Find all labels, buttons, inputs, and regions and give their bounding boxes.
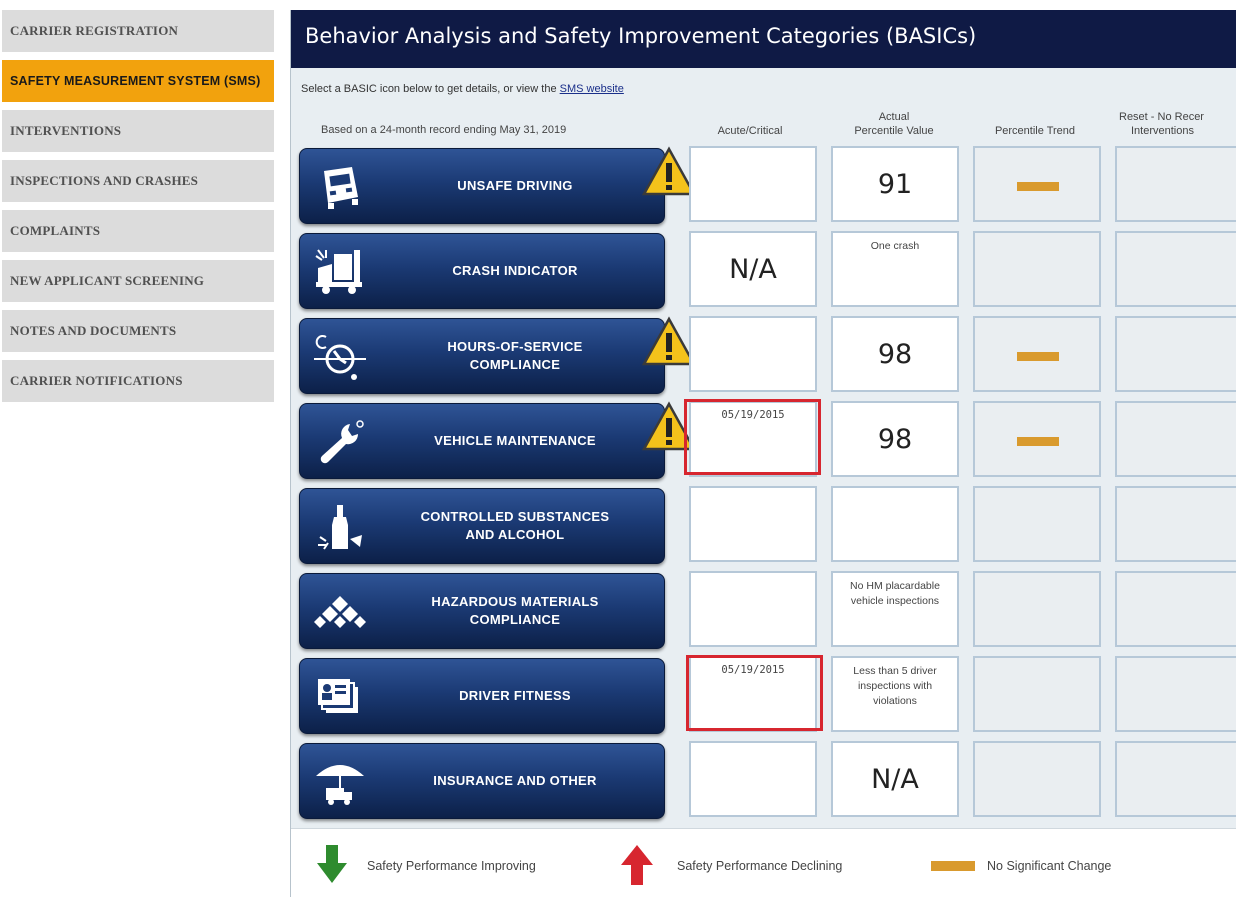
intro-prefix: Select a BASIC icon below to get details… [301, 83, 557, 95]
panel-title: Behavior Analysis and Safety Improvement… [305, 24, 977, 48]
basic-controlled-substances-button[interactable]: CONTROLLED SUBSTANCES AND ALCOHOL [299, 488, 665, 564]
no-change-bar-icon [931, 861, 975, 871]
reset-cell [1115, 741, 1236, 817]
acute-critical-cell [689, 741, 817, 817]
reset-cell [1115, 571, 1236, 647]
no-change-bar-icon [1017, 182, 1059, 191]
acute-critical-cell [689, 316, 817, 392]
trend-cell [973, 231, 1101, 307]
percentile-note: No HM placardable vehicle inspections [850, 580, 940, 607]
panel-header: Behavior Analysis and Safety Improvement… [291, 10, 1236, 68]
col-header-reset-line2: Interventions [1131, 125, 1194, 137]
intro-text: Select a BASIC icon below to get details… [301, 83, 624, 95]
basic-label: CRASH INDICATOR [452, 263, 578, 278]
acute-critical-cell [689, 486, 817, 562]
basic-crash-indicator-button[interactable]: CRASH INDICATOR [299, 233, 665, 309]
red-up-arrow-icon [621, 845, 653, 885]
percentile-cell: Less than 5 driver inspections with viol… [831, 656, 959, 732]
trend-cell [973, 316, 1101, 392]
col-header-acute: Acute/Critical [717, 125, 783, 137]
trend-cell [973, 741, 1101, 817]
legend-declining: Safety Performance Declining [677, 859, 843, 873]
acute-critical-cell [689, 571, 817, 647]
sidebar-item-carrier-registration[interactable]: CARRIER REGISTRATION [2, 10, 274, 52]
sidebar-item-interventions[interactable]: INTERVENTIONS [2, 110, 274, 152]
no-change-bar-icon [1017, 437, 1059, 446]
trend-cell [973, 656, 1101, 732]
percentile-cell: 98 [831, 316, 959, 392]
reset-cell [1115, 316, 1236, 392]
sms-website-link[interactable]: SMS website [560, 83, 624, 95]
percentile-value: 98 [877, 423, 913, 455]
acute-critical-cell [689, 146, 817, 222]
basic-label: INSURANCE AND OTHER [433, 773, 597, 788]
reset-cell [1115, 231, 1236, 307]
percentile-cell: N/A [831, 741, 959, 817]
trend-cell [973, 571, 1101, 647]
legend-no-change: No Significant Change [987, 859, 1112, 873]
basic-label: DRIVER FITNESS [459, 688, 571, 703]
basics-panel: Behavior Analysis and Safety Improvement… [290, 10, 1236, 897]
reset-cell [1115, 656, 1236, 732]
clock-icon [314, 335, 366, 380]
basic-vehicle-maintenance-button[interactable]: VEHICLE MAINTENANCE [299, 403, 665, 479]
col-header-percentile-line1: Actual [878, 111, 910, 123]
col-header-trend: Percentile Trend [994, 125, 1076, 137]
col-header-percentile-line2: Percentile Value [854, 125, 934, 137]
percentile-cell [831, 486, 959, 562]
legend-improving: Safety Performance Improving [367, 859, 536, 873]
basic-label: UNSAFE DRIVING [457, 178, 573, 193]
reset-cell [1115, 401, 1236, 477]
basic-label: HOURS-OF-SERVICE COMPLIANCE [447, 339, 583, 372]
trend-cell [973, 146, 1101, 222]
basic-label: VEHICLE MAINTENANCE [434, 433, 596, 448]
percentile-cell: No HM placardable vehicle inspections [831, 571, 959, 647]
percentile-cell: 98 [831, 401, 959, 477]
acute-flag-highlight [686, 655, 823, 731]
license-card-icon [318, 679, 358, 713]
truck-front-icon [324, 167, 358, 209]
sidebar-item-carrier-notifications[interactable]: CARRIER NOTIFICATIONS [2, 360, 274, 402]
acute-value: N/A [729, 253, 777, 285]
col-header-percentile: Actual Percentile Value [829, 110, 959, 138]
wrench-icon [320, 420, 364, 464]
green-down-arrow-icon [317, 845, 347, 883]
basic-driver-fitness-button[interactable]: DRIVER FITNESS [299, 658, 665, 734]
percentile-cell: 91 [831, 146, 959, 222]
basic-hazardous-materials-button[interactable]: HAZARDOUS MATERIALS COMPLIANCE [299, 573, 665, 649]
hazmat-diamond-icon [314, 596, 366, 628]
reset-cell [1115, 146, 1236, 222]
percentile-cell: One crash [831, 231, 959, 307]
sidebar-item-notes-documents[interactable]: NOTES AND DOCUMENTS [2, 310, 274, 352]
trend-legend: Safety Performance Improving Safety Perf… [291, 828, 1236, 897]
trend-cell [973, 401, 1101, 477]
trend-cell [973, 486, 1101, 562]
acute-flag-highlight [684, 399, 821, 475]
basic-insurance-other-button[interactable]: INSURANCE AND OTHER [299, 743, 665, 819]
sidebar-item-complaints[interactable]: COMPLAINTS [2, 210, 274, 252]
col-header-reset: Reset - No Recer Interventions [1119, 110, 1236, 138]
acute-critical-cell: N/A [689, 231, 817, 307]
reset-cell [1115, 486, 1236, 562]
basic-label: HAZARDOUS MATERIALS COMPLIANCE [431, 594, 599, 627]
sidebar-item-new-applicant-screening[interactable]: NEW APPLICANT SCREENING [2, 260, 274, 302]
crashed-truck-icon [315, 249, 362, 294]
no-change-bar-icon [1017, 352, 1059, 361]
sidebar-item-inspections-crashes[interactable]: INSPECTIONS AND CRASHES [2, 160, 274, 202]
basic-hours-of-service-button[interactable]: HOURS-OF-SERVICE COMPLIANCE [299, 318, 665, 394]
bottle-icon [318, 505, 362, 550]
sidebar-item-sms[interactable]: SAFETY MEASUREMENT SYSTEM (SMS) [2, 60, 274, 102]
umbrella-truck-icon [316, 765, 364, 805]
percentile-note: Less than 5 driver inspections with viol… [853, 665, 937, 707]
sidebar-nav: CARRIER REGISTRATION SAFETY MEASUREMENT … [0, 0, 276, 897]
percentile-value: 98 [877, 338, 913, 370]
percentile-value: 91 [877, 168, 913, 200]
record-note: Based on a 24-month record ending May 31… [321, 124, 567, 136]
percentile-note: One crash [870, 240, 920, 252]
basic-unsafe-driving-button[interactable]: UNSAFE DRIVING [299, 148, 665, 224]
percentile-value: N/A [871, 763, 919, 795]
col-header-reset-line1: Reset - No Recer [1119, 111, 1204, 123]
basic-label: CONTROLLED SUBSTANCES AND ALCOHOL [420, 509, 610, 542]
